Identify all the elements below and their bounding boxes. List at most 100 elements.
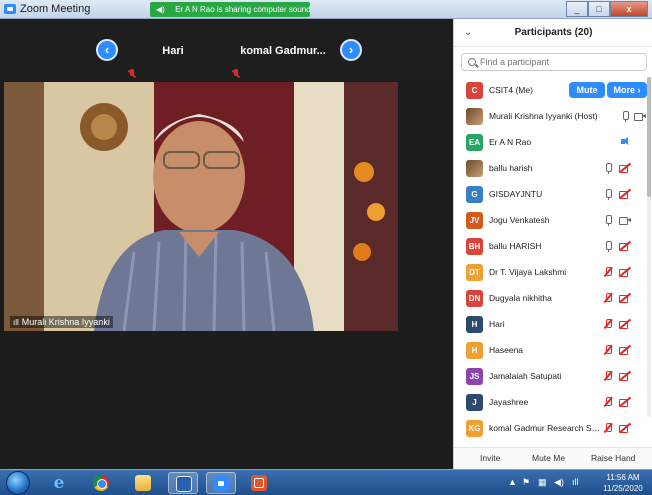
- participant-row[interactable]: DT Dr T. Vijaya Lakshmi: [454, 259, 652, 285]
- flag-icon[interactable]: ⚑: [522, 477, 530, 488]
- participant-row[interactable]: H Haseena: [454, 337, 652, 363]
- participant-row[interactable]: J Jayashree: [454, 389, 652, 415]
- mic-off-icon[interactable]: [602, 422, 614, 434]
- participant-list-scrollbar[interactable]: [647, 77, 651, 417]
- previous-page-button[interactable]: ‹: [96, 39, 118, 61]
- camera-off-icon[interactable]: [619, 240, 631, 252]
- participants-title: Participants (20): [514, 27, 593, 38]
- window-controls: _ □ x: [566, 1, 648, 17]
- mic-off-icon[interactable]: [602, 370, 614, 382]
- camera-on-icon[interactable]: [634, 110, 646, 122]
- taskbar-chrome[interactable]: [86, 472, 116, 494]
- taskbar-clock[interactable]: 11:56 AM 11/25/2020: [602, 472, 644, 494]
- camera-off-icon[interactable]: [619, 318, 631, 330]
- windows-taskbar: e ▲ ⚑ ▦ ◀) ıll 11:56 AM 11/25/2020: [0, 469, 652, 495]
- avatar: DN: [466, 290, 483, 307]
- taskbar-zoom[interactable]: [206, 472, 236, 494]
- participant-name: GISDAYJNTU: [489, 189, 543, 199]
- participant-row[interactable]: BH ballu HARISH: [454, 233, 652, 259]
- participant-name: ballu HARISH: [489, 241, 542, 251]
- zoom-meeting-window: Zoom Meeting ◀) Er A N Rao is sharing co…: [0, 0, 652, 495]
- participant-name: Hari: [489, 319, 505, 329]
- participant-name: Er A N Rao: [489, 137, 532, 147]
- camera-off-icon[interactable]: [619, 162, 631, 174]
- active-speaker-video[interactable]: ıll Murali Krishna Iyyanki: [4, 82, 398, 331]
- taskbar-file-explorer[interactable]: [128, 472, 158, 494]
- camera-off-icon[interactable]: [619, 292, 631, 304]
- avatar: [466, 108, 483, 125]
- avatar: BH: [466, 238, 483, 255]
- taskbar-internet-explorer[interactable]: e: [44, 472, 74, 494]
- camera-off-icon[interactable]: [619, 370, 631, 382]
- volume-icon[interactable]: ◀): [554, 477, 564, 488]
- participant-name: Haseena: [489, 345, 524, 355]
- signal-icon[interactable]: ıll: [572, 477, 579, 487]
- show-hidden-icons-icon[interactable]: ▲: [508, 477, 517, 487]
- participant-row[interactable]: G GISDAYJNTU: [454, 181, 652, 207]
- mic-off-icon[interactable]: [602, 344, 614, 356]
- mic-on-icon[interactable]: [602, 240, 614, 252]
- participant-name: Dugyala nikhitha: [489, 293, 552, 303]
- mic-on-icon[interactable]: [619, 110, 631, 122]
- participant-row[interactable]: JV Jogu Venkatesh: [454, 207, 652, 233]
- camera-off-icon[interactable]: [619, 422, 631, 434]
- internet-explorer-icon: e: [53, 473, 65, 493]
- participant-row[interactable]: C CSIT4 (Me) Mute More ›: [454, 77, 652, 103]
- taskbar-snipping-tool[interactable]: [244, 472, 274, 494]
- speaker-face: [153, 121, 245, 233]
- taskbar-word[interactable]: [168, 472, 198, 494]
- thumbnail-tile-hari[interactable]: Hari: [118, 29, 228, 79]
- signal-bars-icon: ıll: [13, 318, 19, 327]
- camera-off-icon[interactable]: [619, 344, 631, 356]
- thumbnail-strip: ‹ Hari komal Gadmur... ›: [0, 19, 453, 81]
- participant-row[interactable]: JS Jamalaiah Satupati: [454, 363, 652, 389]
- mic-on-icon[interactable]: [602, 162, 614, 174]
- scrollbar-thumb[interactable]: [647, 77, 651, 197]
- participant-row[interactable]: KG komal Gadmur Research Schola...: [454, 415, 652, 441]
- maximize-button[interactable]: □: [588, 1, 610, 17]
- network-icon[interactable]: ▦: [538, 477, 547, 488]
- speaker-icon: ◀): [156, 5, 165, 14]
- video-area: ‹ Hari komal Gadmur... › ıll Murali Kris…: [0, 19, 453, 469]
- avatar: [466, 160, 483, 177]
- mute-button[interactable]: Mute: [569, 82, 605, 98]
- next-page-button[interactable]: ›: [340, 39, 362, 61]
- title-bar: Zoom Meeting ◀) Er A N Rao is sharing co…: [0, 0, 652, 19]
- panel-header: ⌄ Participants (20): [454, 19, 652, 47]
- snipping-tool-icon: [251, 475, 267, 491]
- avatar: H: [466, 342, 483, 359]
- camera-off-icon[interactable]: [619, 188, 631, 200]
- more-button[interactable]: More ›: [607, 82, 647, 98]
- participant-search-input[interactable]: [480, 56, 640, 68]
- camera-off-icon[interactable]: [619, 396, 631, 408]
- thumbnail-tile-komal[interactable]: komal Gadmur...: [228, 29, 338, 79]
- raise-hand-button[interactable]: Raise Hand: [591, 453, 635, 463]
- sharing-audio-banner[interactable]: ◀) Er A N Rao is sharing computer sound: [150, 2, 310, 17]
- mic-off-icon[interactable]: [602, 318, 614, 330]
- participant-row[interactable]: ballu harish: [454, 155, 652, 181]
- participant-row[interactable]: DN Dugyala nikhitha: [454, 285, 652, 311]
- minimize-button[interactable]: _: [566, 1, 588, 17]
- participant-search[interactable]: [461, 53, 647, 71]
- mic-on-icon[interactable]: [602, 188, 614, 200]
- avatar: JV: [466, 212, 483, 229]
- participant-row[interactable]: EA Er A N Rao: [454, 129, 652, 155]
- camera-on-icon[interactable]: [619, 214, 631, 226]
- mute-me-button[interactable]: Mute Me: [532, 453, 565, 463]
- participant-row[interactable]: H Hari: [454, 311, 652, 337]
- zoom-app-icon: [4, 4, 16, 14]
- participant-name: Dr T. Vijaya Lakshmi: [489, 267, 567, 277]
- invite-button[interactable]: Invite: [480, 453, 500, 463]
- close-button[interactable]: x: [610, 1, 648, 17]
- mic-off-icon[interactable]: [602, 396, 614, 408]
- mic-on-icon[interactable]: [602, 214, 614, 226]
- speaker-video-frame: [4, 82, 398, 331]
- participant-list: C CSIT4 (Me) Mute More › Murali Krishna …: [454, 77, 652, 441]
- mic-off-icon[interactable]: [602, 266, 614, 278]
- clock-date: 11/25/2020: [603, 484, 643, 493]
- camera-off-icon[interactable]: [619, 266, 631, 278]
- chrome-icon: [93, 475, 109, 491]
- participant-row[interactable]: Murali Krishna Iyyanki (Host): [454, 103, 652, 129]
- start-button[interactable]: [6, 471, 30, 495]
- mic-off-icon[interactable]: [602, 292, 614, 304]
